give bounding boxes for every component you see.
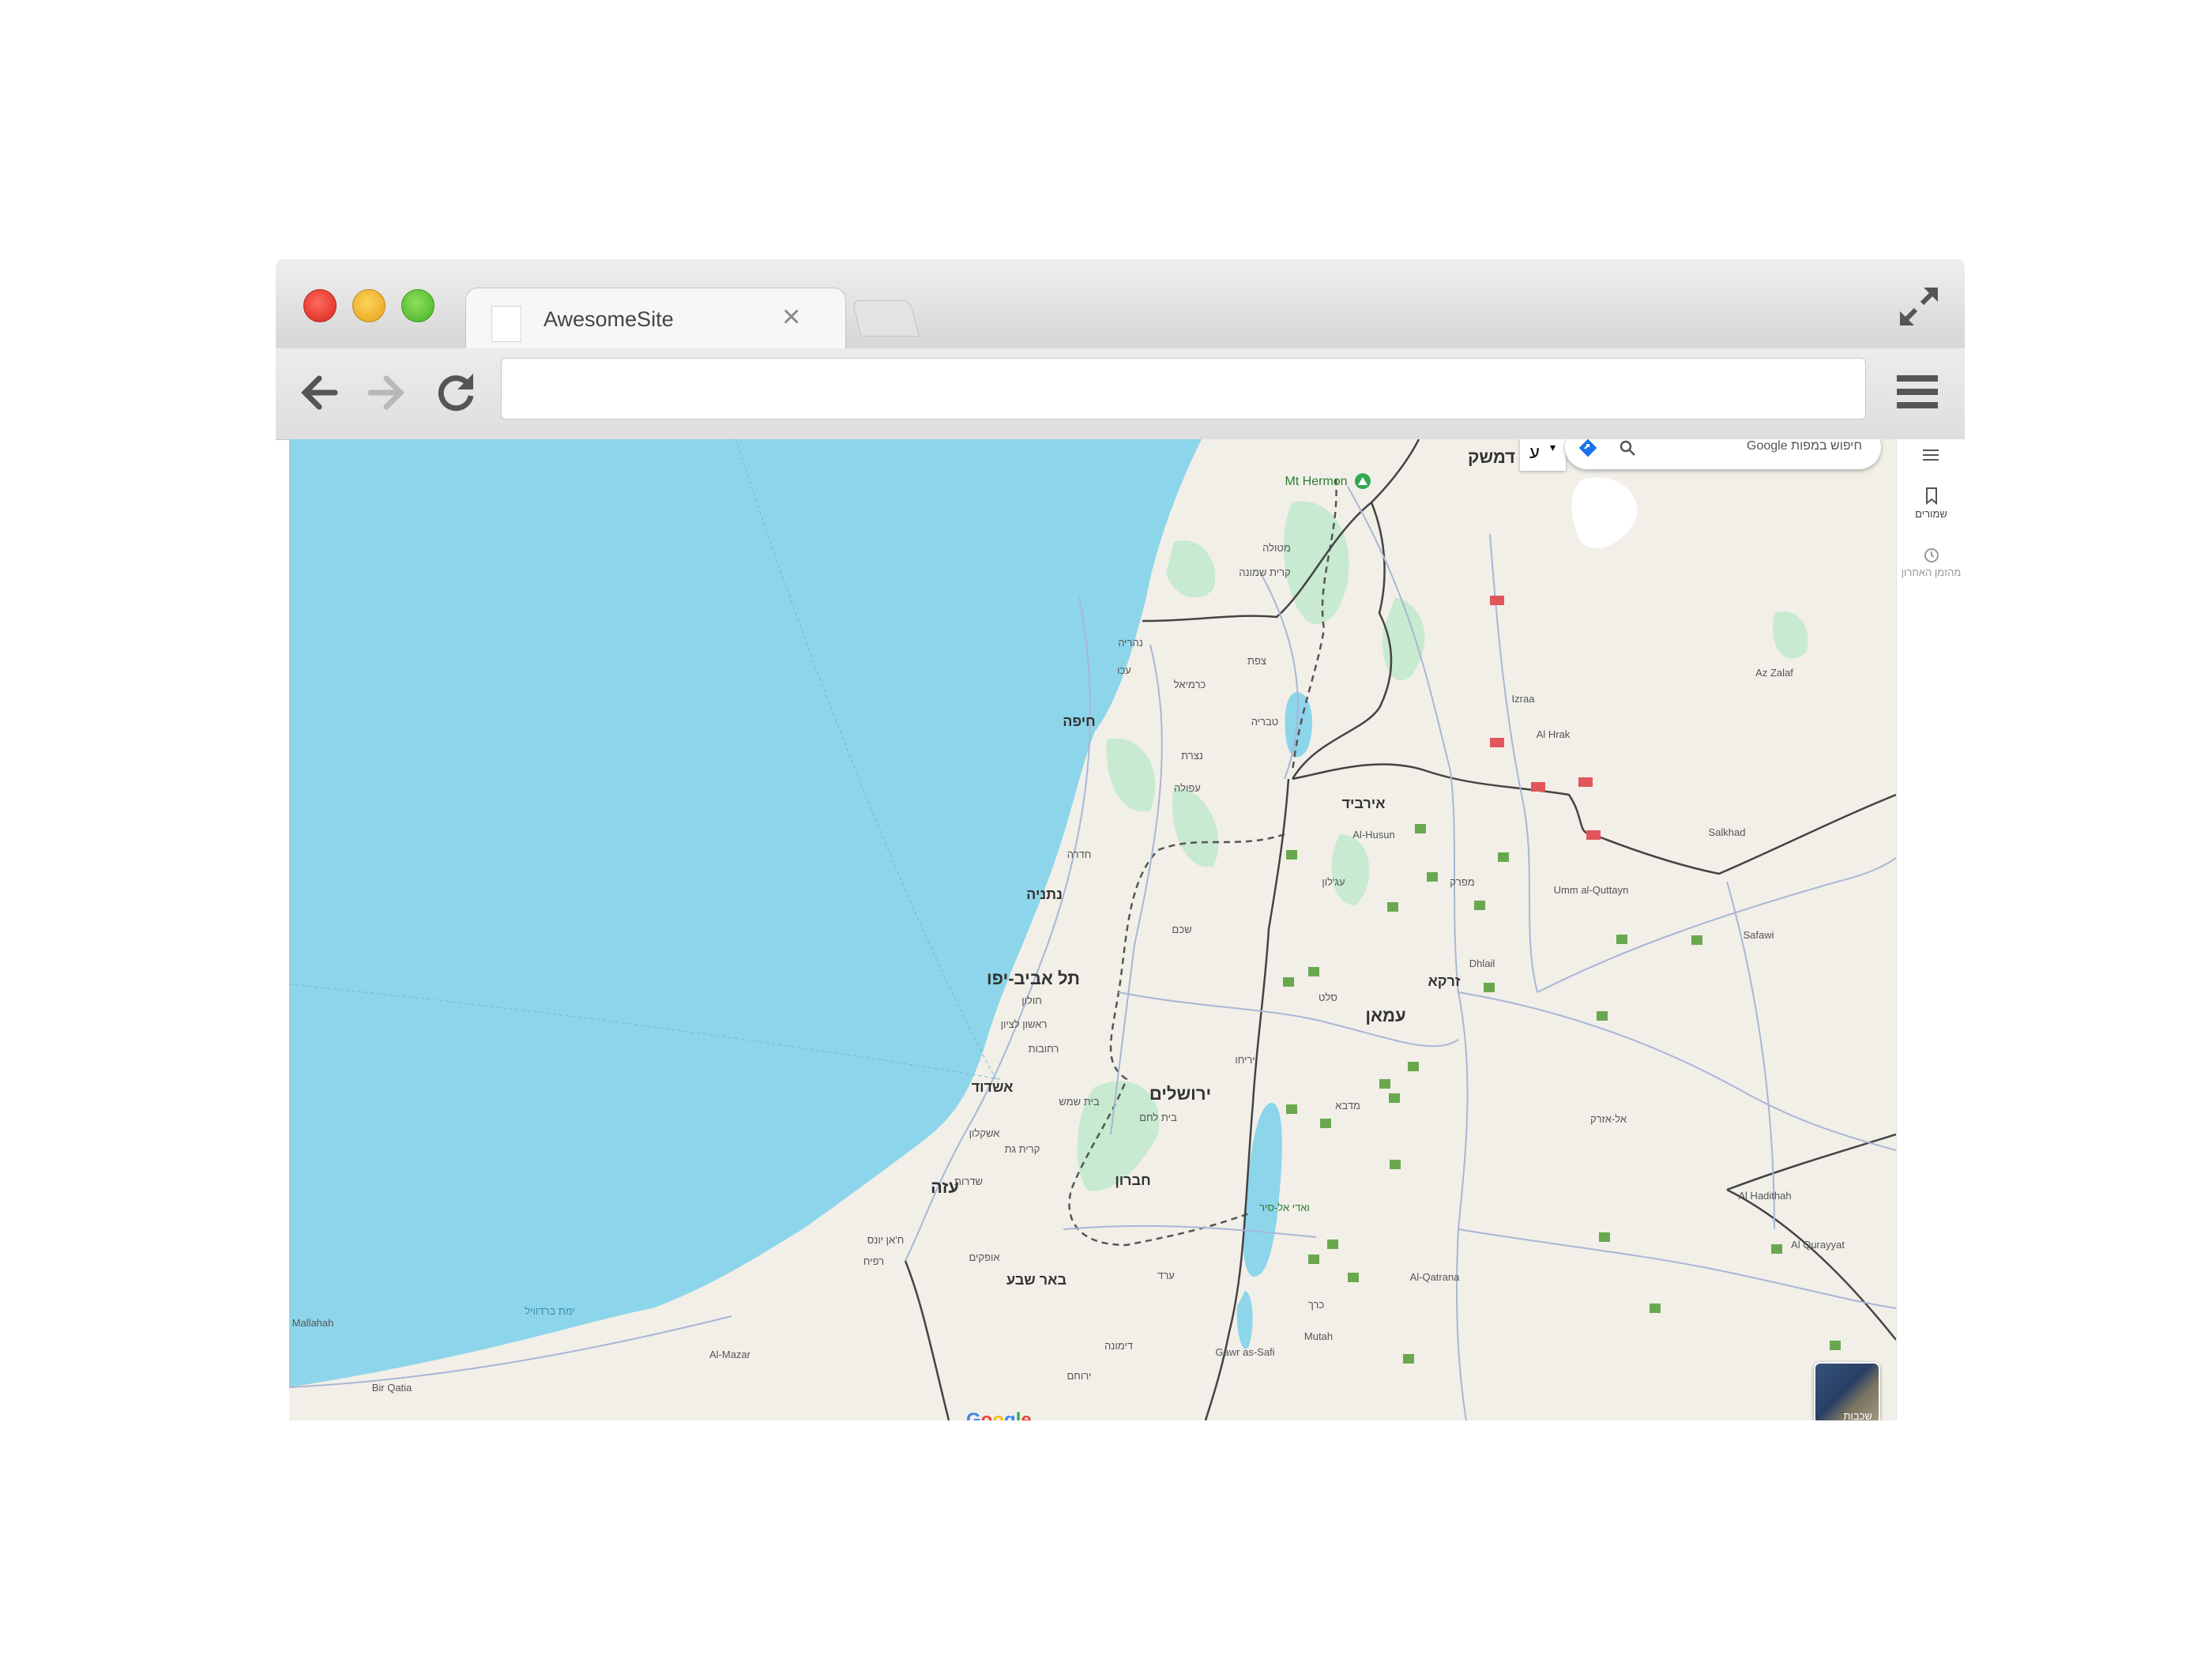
- svg-text:מטולה: מטולה: [1262, 542, 1291, 554]
- label-damascus: דמשק: [1468, 447, 1515, 467]
- google-logo: Google: [966, 1409, 1032, 1420]
- bookmark-icon: [1925, 487, 1937, 506]
- back-arrow-icon[interactable]: [295, 369, 343, 416]
- svg-text:Al-Qatrana: Al-Qatrana: [1410, 1271, 1461, 1283]
- browser-toolbar: [276, 348, 1965, 440]
- svg-text:Al Hadithah: Al Hadithah: [1738, 1190, 1791, 1202]
- svg-text:בית שמש: בית שמש: [1059, 1096, 1099, 1108]
- label-netanya: נתניה: [1026, 886, 1063, 902]
- maps-sidebar: שמורים מהזמן האחרון: [1896, 439, 1966, 1420]
- language-toggle[interactable]: ע ▾: [1520, 439, 1566, 471]
- svg-text:רחובות: רחובות: [1029, 1043, 1059, 1055]
- svg-text:אופקים: אופקים: [969, 1251, 999, 1263]
- svg-text:בית לחם: בית לחם: [1139, 1112, 1177, 1123]
- svg-text:עכו: עכו: [1117, 664, 1131, 676]
- close-window-button[interactable]: [303, 289, 337, 322]
- svg-text:מדבא: מדבא: [1335, 1100, 1360, 1112]
- svg-text:אל-אזרק: אל-אזרק: [1590, 1113, 1627, 1125]
- svg-text:Izraa: Izraa: [1512, 693, 1536, 705]
- browser-window: AwesomeSite × דמשק תל אביב-יפו ירושלים ע…: [276, 259, 1966, 1420]
- minimize-window-button[interactable]: [352, 289, 386, 322]
- label-haifa: חיפה: [1063, 713, 1096, 729]
- svg-text:ערד: ערד: [1157, 1270, 1175, 1281]
- svg-text:עפולה: עפולה: [1174, 782, 1201, 794]
- label-tel-aviv: תל אביב-יפו: [987, 969, 1080, 988]
- label-zarqa: זרקא: [1428, 973, 1461, 989]
- menu-icon[interactable]: [1921, 447, 1940, 463]
- svg-text:Gawr as-Safi: Gawr as-Safi: [1215, 1346, 1274, 1358]
- directions-icon[interactable]: [1578, 439, 1598, 458]
- svg-text:Safawi: Safawi: [1743, 929, 1774, 941]
- svg-text:ח'אן יונס: ח'אן יונס: [867, 1234, 905, 1246]
- svg-text:מפרק: מפרק: [1450, 876, 1474, 888]
- svg-text:נצרת: נצרת: [1181, 750, 1203, 762]
- svg-text:דימונה: דימונה: [1104, 1340, 1133, 1352]
- sidebar-item-label: שמורים: [1915, 508, 1947, 520]
- map-canvas[interactable]: דמשק תל אביב-יפו ירושלים עמאן עזה חיפה נ…: [289, 439, 1896, 1420]
- sidebar-item-recent[interactable]: מהזמן האחרון: [1897, 547, 1966, 578]
- svg-text:Dhlail: Dhlail: [1469, 957, 1495, 969]
- svg-text:Al-Husun: Al-Husun: [1352, 829, 1394, 841]
- search-placeholder: חיפוש במפות Google: [1747, 439, 1862, 453]
- label-beer-sheva: באר שבע: [1006, 1272, 1066, 1288]
- layers-button[interactable]: שכבות: [1814, 1362, 1880, 1420]
- svg-text:עג'לון: עג'לון: [1322, 876, 1345, 888]
- svg-text:טבריה: טבריה: [1251, 716, 1279, 728]
- address-bar[interactable]: [501, 358, 1866, 419]
- svg-text:Mallahah: Mallahah: [292, 1317, 334, 1329]
- label-irbid: אירביד: [1342, 796, 1386, 811]
- svg-text:נהריה: נהריה: [1118, 637, 1143, 649]
- svg-text:Mutah: Mutah: [1304, 1330, 1333, 1342]
- svg-text:כרך: כרך: [1308, 1299, 1325, 1311]
- svg-text:Al Hrak: Al Hrak: [1537, 728, 1571, 740]
- label-mt-hermon: Mt Hermon: [1285, 475, 1347, 488]
- svg-text:Salkhad: Salkhad: [1709, 826, 1746, 838]
- svg-text:Az Zalaf: Az Zalaf: [1755, 667, 1793, 679]
- svg-text:צפת: צפת: [1247, 655, 1266, 667]
- svg-text:Al-Mazar: Al-Mazar: [709, 1349, 751, 1360]
- svg-text:שכם: שכם: [1172, 924, 1191, 935]
- hamburger-menu-icon[interactable]: [1895, 372, 1939, 412]
- label-jerusalem: ירושלים: [1149, 1084, 1211, 1104]
- svg-text:סלט: סלט: [1319, 991, 1337, 1003]
- search-icon[interactable]: [1619, 439, 1636, 457]
- fullscreen-icon[interactable]: [1895, 283, 1943, 330]
- browser-tab[interactable]: AwesomeSite ×: [465, 288, 846, 350]
- tab-title: AwesomeSite: [544, 307, 674, 331]
- svg-text:כרמיאל: כרמיאל: [1174, 679, 1206, 690]
- sidebar-item-label: מהזמן האחרון: [1901, 566, 1962, 578]
- svg-text:שדרות: שדרות: [954, 1176, 983, 1187]
- svg-text:ראשון לציון: ראשון לציון: [1001, 1018, 1048, 1030]
- svg-text:ואדי אל-סיר: ואדי אל-סיר: [1259, 1202, 1310, 1213]
- svg-text:חולון: חולון: [1021, 995, 1042, 1006]
- forward-arrow-icon[interactable]: [363, 369, 410, 416]
- chevron-down-icon: ▾: [1550, 441, 1556, 453]
- svg-text:קרית שמונה: קרית שמונה: [1239, 566, 1290, 578]
- sidebar-item-saved[interactable]: שמורים: [1897, 487, 1966, 520]
- history-icon: [1924, 548, 1939, 562]
- svg-text:יריחו: יריחו: [1235, 1054, 1255, 1066]
- svg-text:Umm al-Quttayn: Umm al-Quttayn: [1554, 884, 1629, 896]
- new-tab-button[interactable]: [852, 300, 920, 337]
- zoom-window-button[interactable]: [401, 289, 434, 322]
- page-icon: [491, 306, 521, 342]
- svg-text:רפיח: רפיח: [863, 1255, 884, 1267]
- svg-text:ימת ברדוויל: ימת ברדוויל: [525, 1305, 575, 1317]
- tab-close-icon[interactable]: ×: [782, 299, 800, 335]
- svg-text:Al Qurayyat: Al Qurayyat: [1791, 1239, 1845, 1251]
- svg-text:קרית גת: קרית גת: [1005, 1143, 1040, 1155]
- svg-text:Bir Qatia: Bir Qatia: [372, 1382, 412, 1394]
- label-amman: עמאן: [1365, 1006, 1405, 1025]
- reload-icon[interactable]: [432, 369, 480, 416]
- svg-text:ירוחם: ירוחם: [1066, 1370, 1091, 1382]
- title-bar: AwesomeSite ×: [276, 259, 1965, 350]
- svg-text:אשקלון: אשקלון: [969, 1127, 1000, 1139]
- label-hebron: חברון: [1115, 1172, 1150, 1188]
- svg-text:חדרה: חדרה: [1067, 848, 1092, 860]
- label-ashdod: אשדוד: [972, 1079, 1014, 1095]
- map-search-box[interactable]: חיפוש במפות Google: [1565, 439, 1881, 469]
- layers-label: שכבות: [1843, 1410, 1872, 1420]
- map-image: דמשק תל אביב-יפו ירושלים עמאן עזה חיפה נ…: [289, 439, 1896, 1420]
